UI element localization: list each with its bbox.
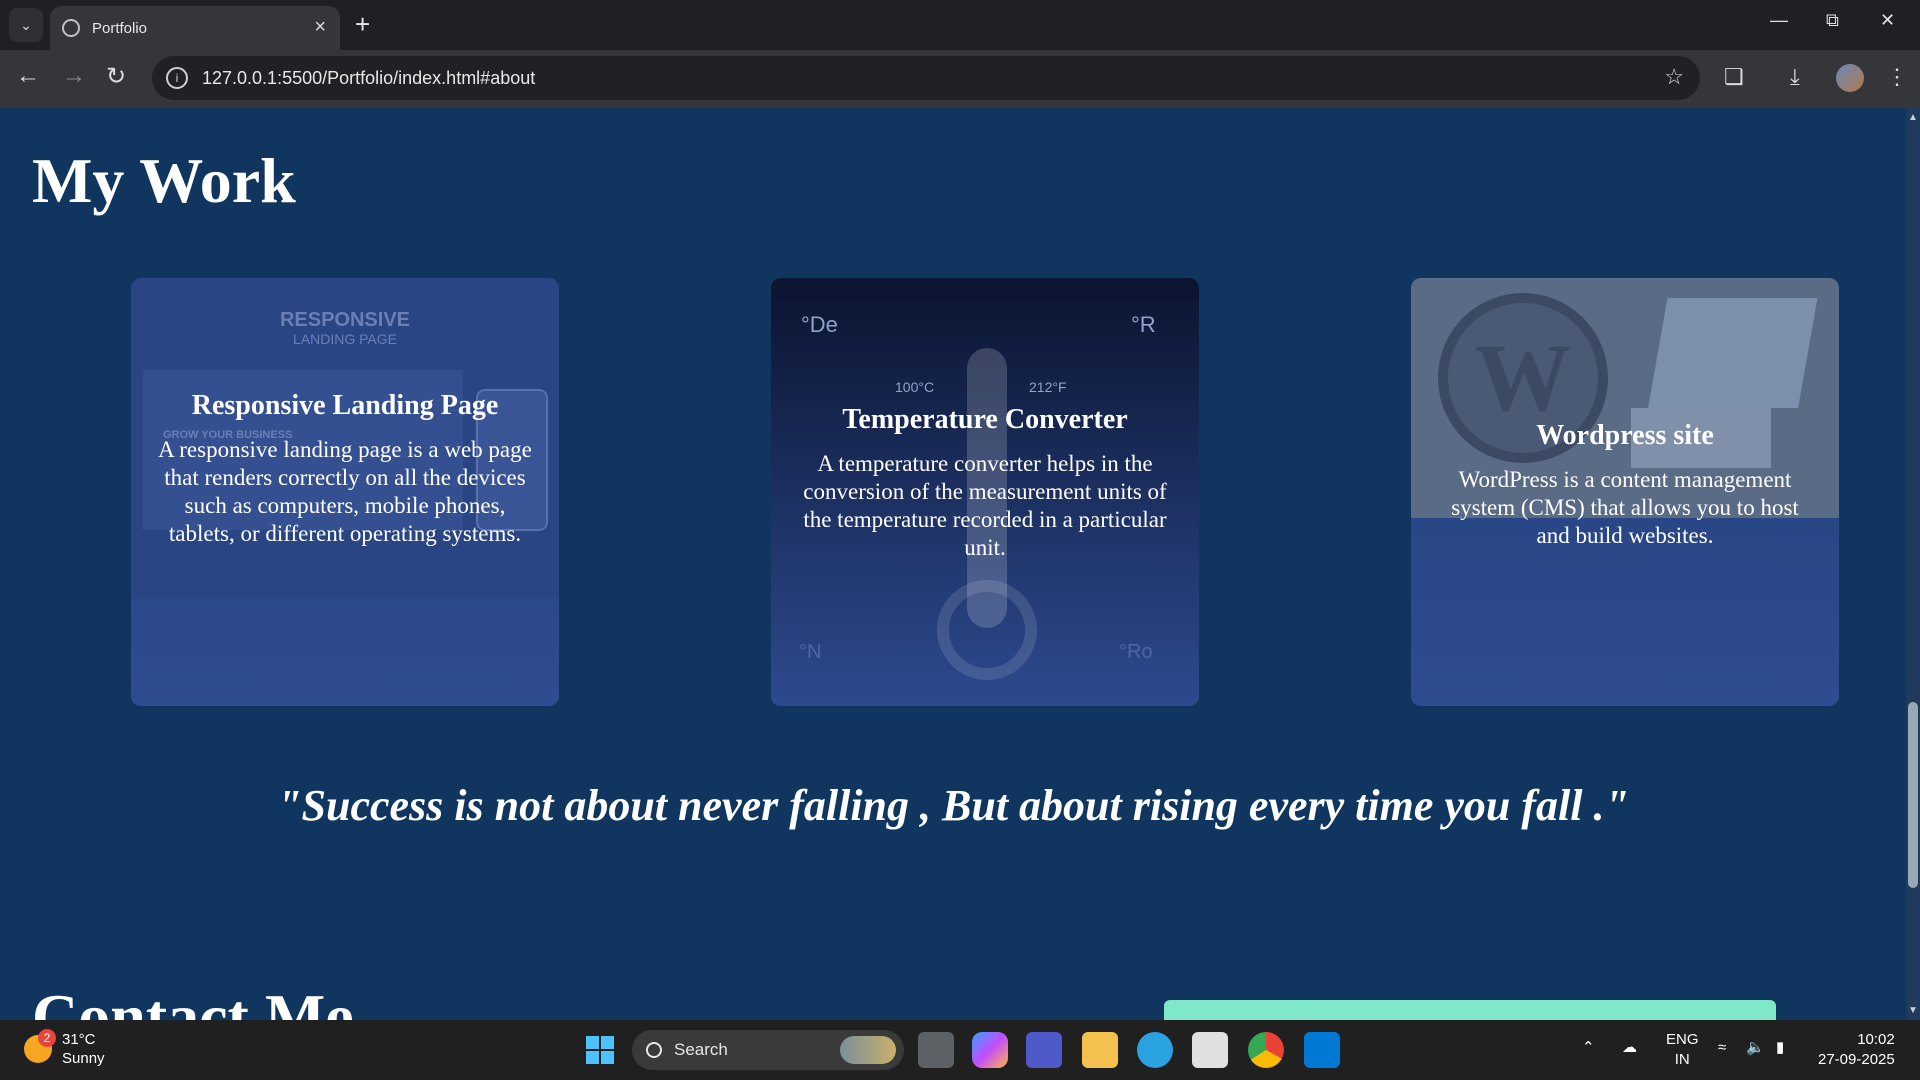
my-work-heading: My Work <box>32 145 296 216</box>
card-description: A responsive landing page is a web page … <box>158 437 532 546</box>
image-heading: RESPONSIVE <box>280 309 410 331</box>
weather-desc: Sunny <box>62 1050 105 1067</box>
download-icon[interactable]: ⤓ <box>1790 64 1800 90</box>
page-scrollbar[interactable]: ▲ ▼ <box>1906 108 1920 1020</box>
url-text[interactable]: 127.0.0.1:5500/Portfolio/index.html#abou… <box>202 68 535 89</box>
project-card-landing-page[interactable]: RESPONSIVE LANDING PAGE GROW YOUR BUSINE… <box>131 278 559 706</box>
microsoft-store-icon[interactable] <box>1192 1032 1228 1068</box>
label-100c: 100°C <box>895 379 934 395</box>
telegram-icon[interactable] <box>1137 1032 1173 1068</box>
language-indicator[interactable]: ENG IN <box>1666 1030 1699 1070</box>
site-info-icon[interactable]: i <box>166 67 188 89</box>
windows-start-icon[interactable] <box>586 1036 614 1064</box>
region-code: IN <box>1674 1051 1690 1068</box>
onedrive-icon[interactable]: ☁ <box>1622 1038 1637 1058</box>
sun-icon: 2 <box>24 1029 56 1063</box>
new-tab-button[interactable]: + <box>355 9 370 40</box>
label-n: °N <box>799 641 821 663</box>
search-label: Search <box>674 1040 728 1059</box>
tray-overflow-icon[interactable]: ⌃ <box>1582 1038 1595 1058</box>
date: 27-09-2025 <box>1818 1051 1895 1068</box>
image-subheading: LANDING PAGE <box>293 331 397 347</box>
quote-text: "Success is not about never falling , Bu… <box>277 781 1629 830</box>
chevron-down-icon: ⌄ <box>20 16 32 33</box>
file-explorer-icon[interactable] <box>1082 1032 1118 1068</box>
bookmark-star-icon[interactable]: ☆ <box>1664 64 1684 90</box>
tab-title: Portfolio <box>92 19 148 37</box>
reload-icon[interactable]: ↻ <box>106 62 126 91</box>
extensions-icon[interactable]: ❏ <box>1724 64 1744 90</box>
label-r: °R <box>1131 312 1156 337</box>
page-viewport: My Work RESPONSIVE LANDING PAGE GROW YOU… <box>0 108 1906 1020</box>
browser-tab-strip: ⌄ Portfolio × + — ⧉ ✕ <box>0 0 1920 50</box>
scroll-up-icon[interactable]: ▲ <box>1908 112 1918 123</box>
window-close-button[interactable]: ✕ <box>1880 10 1895 31</box>
scrollbar-thumb[interactable] <box>1908 702 1918 888</box>
card-title: Responsive Landing Page <box>191 390 499 421</box>
profile-avatar[interactable] <box>1836 64 1864 92</box>
time: 10:02 <box>1857 1031 1895 1048</box>
address-bar[interactable]: i 127.0.0.1:5500/Portfolio/index.html#ab… <box>152 56 1700 100</box>
clock[interactable]: 10:02 27-09-2025 <box>1818 1030 1895 1070</box>
taskbar-search[interactable]: Search <box>632 1030 904 1070</box>
teams-icon[interactable] <box>1026 1032 1062 1068</box>
language-code: ENG <box>1666 1031 1699 1048</box>
contact-form-panel <box>1164 1000 1776 1020</box>
windows-taskbar: 2 31°C Sunny Search ⌃ ☁ ENG IN ≈ 🔈 ▮ 10:… <box>0 1020 1920 1080</box>
vscode-icon[interactable] <box>1304 1032 1340 1068</box>
wifi-icon[interactable]: ≈ <box>1718 1038 1726 1058</box>
card-title: Temperature Converter <box>842 404 1128 435</box>
card-description: WordPress is a content management system… <box>1451 467 1799 548</box>
svg-text:W: W <box>1475 324 1571 431</box>
project-card-temperature[interactable]: °De °R 100°C 212°F °N °Ro Temperature Co… <box>771 278 1199 706</box>
label-de: °De <box>801 312 838 337</box>
close-icon[interactable]: × <box>314 16 326 39</box>
weather-temp: 31°C <box>62 1031 96 1048</box>
more-menu-icon[interactable]: ⋮ <box>1886 64 1908 90</box>
card-description: A temperature converter helps in the con… <box>803 451 1167 560</box>
back-arrow-icon[interactable]: ← <box>16 62 40 90</box>
scroll-down-icon[interactable]: ▼ <box>1908 1005 1918 1016</box>
globe-icon <box>62 19 80 37</box>
copilot-icon[interactable] <box>972 1032 1008 1068</box>
card-title: Wordpress site <box>1536 420 1714 451</box>
volume-icon[interactable]: 🔈 <box>1746 1038 1765 1058</box>
notification-badge: 2 <box>38 1029 56 1047</box>
browser-toolbar: ← → ↻ i 127.0.0.1:5500/Portfolio/index.h… <box>0 50 1920 108</box>
tab-search-button[interactable]: ⌄ <box>9 8 43 42</box>
restore-button[interactable]: ⧉ <box>1826 10 1839 31</box>
label-212f: 212°F <box>1029 379 1067 395</box>
battery-icon[interactable]: ▮ <box>1776 1038 1784 1058</box>
tab-portfolio[interactable]: Portfolio × <box>50 6 340 50</box>
weather-widget[interactable]: 2 31°C Sunny <box>24 1029 105 1068</box>
search-highlight-image <box>840 1036 896 1064</box>
chrome-icon[interactable] <box>1248 1032 1284 1068</box>
forward-arrow-icon[interactable]: → <box>62 62 86 90</box>
task-view-icon[interactable] <box>918 1032 954 1068</box>
project-card-wordpress[interactable]: W Wordpress site WordPress is a content … <box>1411 278 1839 706</box>
contact-heading: Contact Me <box>32 981 354 1020</box>
search-icon <box>646 1042 662 1058</box>
label-ro: °Ro <box>1119 641 1153 663</box>
minimize-button[interactable]: — <box>1770 10 1788 31</box>
